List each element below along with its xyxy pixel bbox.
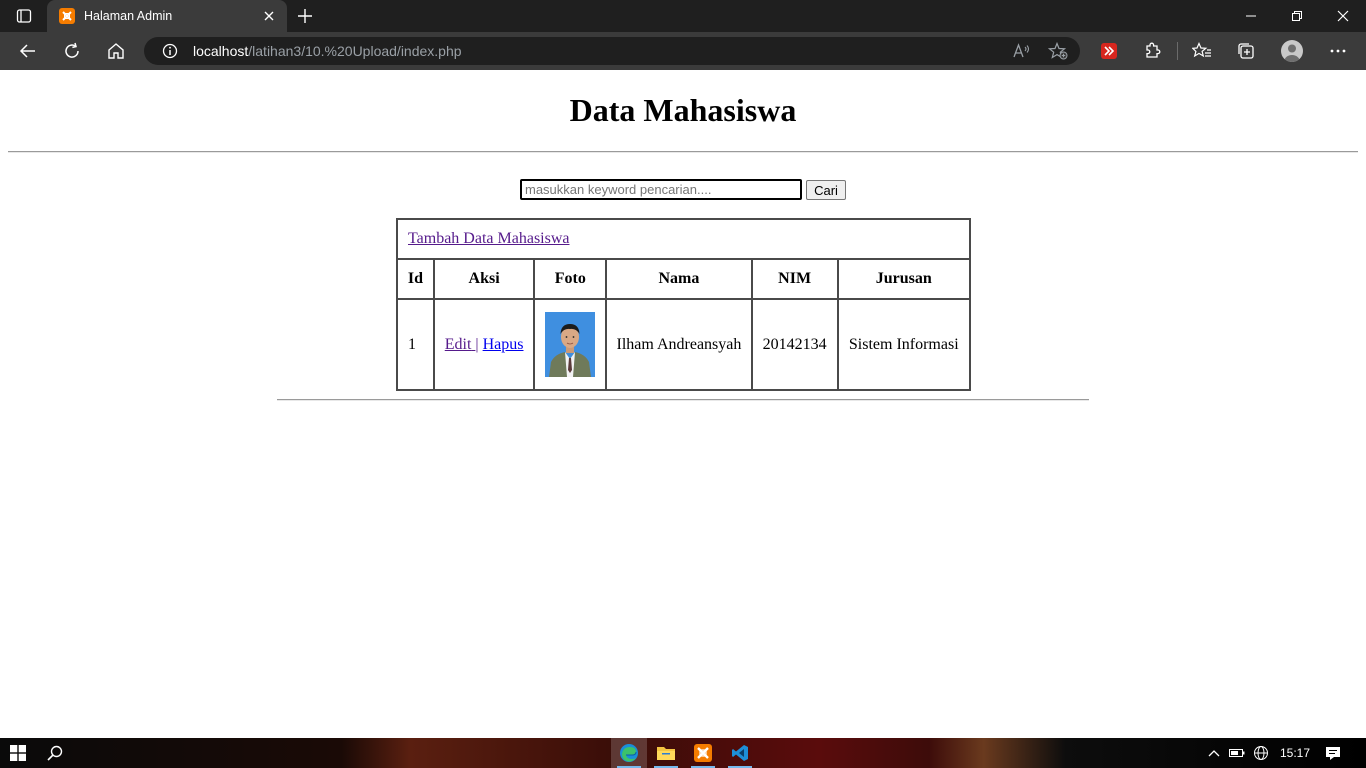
add-student-link[interactable]: Tambah Data Mahasiswa — [408, 230, 570, 247]
favorites-icon[interactable] — [1190, 39, 1214, 63]
edit-link[interactable]: Edit | — [445, 336, 479, 353]
action-separator: | — [475, 335, 479, 353]
windows-taskbar: 15:17 — [0, 738, 1366, 768]
delete-link[interactable]: Hapus — [483, 336, 524, 353]
file-explorer-icon[interactable] — [648, 738, 684, 768]
header-nama: Nama — [605, 258, 753, 300]
url-host: localhost — [193, 43, 249, 59]
restore-icon[interactable] — [1274, 0, 1320, 32]
url-path: /latihan3/10.%20Upload/index.php — [248, 43, 462, 59]
cell-id: 1 — [396, 298, 435, 391]
top-divider — [8, 151, 1358, 153]
add-favorite-icon[interactable] — [1048, 41, 1068, 61]
browser-toolbar: localhost/latihan3/10.%20Upload/index.ph… — [0, 32, 1366, 70]
network-icon[interactable] — [1253, 745, 1269, 761]
active-tab[interactable]: Halaman Admin — [47, 0, 287, 32]
battery-icon[interactable] — [1229, 745, 1245, 761]
extension-red-icon[interactable] — [1097, 39, 1121, 63]
new-tab-icon[interactable] — [296, 7, 314, 25]
add-cell: Tambah Data Mahasiswa — [396, 218, 971, 260]
minimize-icon[interactable] — [1228, 0, 1274, 32]
site-info-icon[interactable] — [162, 43, 178, 59]
toolbar-separator — [1177, 42, 1178, 60]
more-menu-icon[interactable] — [1326, 39, 1350, 63]
cell-aksi: Edit | Hapus — [432, 298, 536, 391]
tab-actions-icon[interactable] — [12, 7, 36, 25]
address-bar[interactable]: localhost/latihan3/10.%20Upload/index.ph… — [144, 37, 1080, 65]
chevron-up-icon[interactable] — [1206, 745, 1222, 761]
header-id: Id — [396, 258, 435, 300]
page-content: Data Mahasiswa Cari Tambah Data Mahasisw… — [0, 70, 1366, 738]
tab-title: Halaman Admin — [84, 9, 173, 23]
collections-icon[interactable] — [1234, 39, 1258, 63]
add-row: Tambah Data Mahasiswa — [396, 218, 971, 260]
close-window-icon[interactable] — [1320, 0, 1366, 32]
edge-icon[interactable] — [611, 738, 647, 768]
cell-nim: 20142134 — [750, 298, 839, 391]
refresh-icon[interactable] — [60, 39, 84, 63]
search-icon[interactable] — [37, 738, 73, 768]
xampp-favicon-icon — [59, 8, 75, 24]
cell-nama: Ilham Andreansyah — [605, 298, 753, 391]
profile-avatar[interactable] — [1281, 40, 1303, 62]
student-table: Tambah Data Mahasiswa Id Aksi Foto Nama … — [396, 218, 972, 391]
header-foto: Foto — [533, 258, 608, 300]
table-row: 1 Edit | Hapus Ilham Andreansyah 2014213… — [396, 298, 972, 391]
vscode-icon[interactable] — [722, 738, 758, 768]
extensions-icon[interactable] — [1141, 39, 1165, 63]
home-icon[interactable] — [104, 39, 128, 63]
url-text[interactable]: localhost/latihan3/10.%20Upload/index.ph… — [193, 43, 462, 59]
header-row: Id Aksi Foto Nama NIM Jurusan — [396, 258, 972, 300]
read-aloud-icon[interactable] — [1012, 41, 1032, 61]
page-title: Data Mahasiswa — [569, 92, 797, 128]
xampp-icon[interactable] — [685, 738, 721, 768]
student-photo — [545, 312, 596, 377]
browser-tab-bar: Halaman Admin — [0, 0, 1366, 32]
bottom-divider — [277, 399, 1089, 401]
notification-icon[interactable] — [1325, 745, 1341, 761]
header-aksi: Aksi — [432, 258, 536, 300]
header-jurusan: Jurusan — [836, 258, 972, 300]
tab-close-icon[interactable] — [261, 8, 277, 24]
search-button[interactable]: Cari — [806, 180, 846, 200]
search-input[interactable] — [520, 179, 802, 200]
cell-foto — [533, 298, 608, 391]
header-nim: NIM — [750, 258, 839, 300]
back-icon[interactable] — [16, 39, 40, 63]
cell-jurusan: Sistem Informasi — [836, 298, 972, 391]
taskbar-clock[interactable]: 15:17 — [1280, 746, 1310, 760]
start-button-icon[interactable] — [0, 738, 36, 768]
edit-label: Edit — [444, 335, 472, 353]
